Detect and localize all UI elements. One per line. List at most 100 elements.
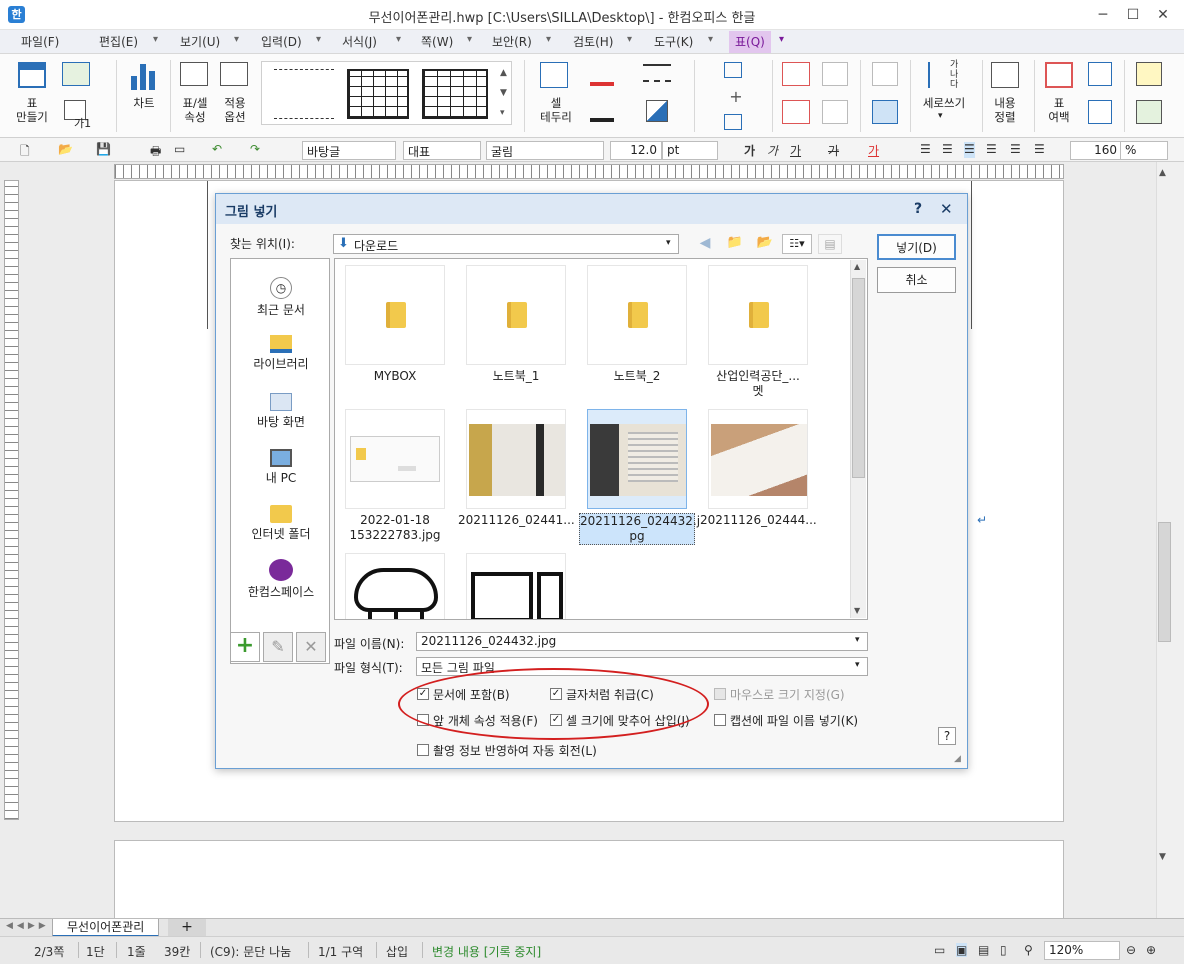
place-desktop[interactable]: 바탕 화면 <box>231 393 331 430</box>
merge-cell-icon[interactable] <box>822 62 848 86</box>
chevron-down-icon[interactable]: ▾ <box>546 34 551 45</box>
table-props-icon[interactable] <box>180 62 208 86</box>
lang-select[interactable]: 대표 <box>403 141 481 160</box>
table-margin-button[interactable]: 표 여백 <box>1038 96 1080 124</box>
font-unit-select[interactable]: pt <box>662 141 718 160</box>
table-make-icon[interactable] <box>18 62 46 88</box>
place-mypc[interactable]: 내 PC <box>231 449 331 486</box>
new-doc-icon[interactable]: 🗋 <box>20 142 30 158</box>
file-item[interactable]: 노트북_1 <box>456 265 576 405</box>
chevron-down-icon[interactable]: ▾ <box>627 34 632 45</box>
gallery-up-icon[interactable]: ▲ <box>500 68 507 78</box>
menu-table[interactable]: 표(Q) <box>729 31 771 53</box>
table-style-gallery[interactable]: ▲ ▼ ▾ <box>261 61 512 125</box>
auto-rotate-checkbox[interactable] <box>417 744 429 756</box>
cell-shade-icon[interactable] <box>646 100 668 122</box>
align-right-icon[interactable]: ☰ <box>986 142 997 158</box>
menu-file[interactable]: 파일(F) <box>21 33 59 51</box>
calc-icon[interactable] <box>1136 100 1162 124</box>
zoom-unit-select[interactable]: % <box>1120 141 1168 160</box>
new-folder-icon[interactable]: 📂 <box>754 235 776 253</box>
zoom-in-icon[interactable]: ⊕ <box>1146 943 1156 957</box>
chart-icon[interactable] <box>131 64 157 90</box>
align-center-icon[interactable]: ☰ <box>964 142 975 158</box>
delete-row-icon[interactable] <box>782 62 810 86</box>
file-item[interactable]: 산업인력공단_... 멧 <box>698 265 818 405</box>
table-style-item[interactable] <box>422 69 488 119</box>
help-small-button[interactable]: ? <box>938 727 956 745</box>
view-outline-icon[interactable]: ▤ <box>978 943 989 957</box>
view-menu-icon[interactable]: ☷▾ <box>782 234 812 254</box>
menu-page[interactable]: 쪽(W) <box>421 33 453 51</box>
insert-up-icon[interactable] <box>724 62 742 78</box>
italic-button[interactable]: 가 <box>767 142 778 158</box>
delete-place-button[interactable]: ✕ <box>296 632 326 662</box>
table-margin-icon[interactable] <box>1045 62 1073 88</box>
cell-border-button[interactable]: 셀 테두리 <box>530 96 582 124</box>
chevron-down-icon[interactable]: ▾ <box>153 34 158 45</box>
table-make-button[interactable]: 표 만들기 <box>6 96 58 124</box>
look-in-select[interactable]: ⬇ 다운로드 ▾ <box>333 234 679 254</box>
maximize-button[interactable]: ☐ <box>1118 4 1148 26</box>
vertical-scrollbar[interactable]: ▲ ▼ <box>1156 162 1172 920</box>
status-track-changes[interactable]: 변경 내용 [기록 중지] <box>432 943 541 960</box>
menu-tools[interactable]: 도구(K) <box>654 33 693 51</box>
font-size-input[interactable]: 12.0 <box>610 141 662 160</box>
place-hancom-space[interactable]: 한컴스페이스 <box>231 559 331 600</box>
redo-icon[interactable]: ↷ <box>250 142 260 158</box>
dialog-help-button[interactable]: ? <box>914 201 922 217</box>
caption-name-label[interactable]: 캡션에 파일 이름 넣기(K) <box>730 712 858 729</box>
zoom-out-icon[interactable]: ⊖ <box>1126 943 1136 957</box>
table-style-icon[interactable] <box>62 62 90 86</box>
quick-calc-icon[interactable] <box>1136 62 1162 86</box>
menu-review[interactable]: 검토(H) <box>573 33 613 51</box>
status-page[interactable]: 2/3쪽 <box>34 943 64 960</box>
filename-input[interactable]: 20211126_024432.jpg ▾ <box>416 632 868 651</box>
vertical-write-icon[interactable] <box>928 62 950 88</box>
file-item[interactable]: 20211126_02444... <box>698 409 818 549</box>
chevron-down-icon[interactable]: ▾ <box>316 34 321 45</box>
back-icon[interactable]: ◀ <box>694 235 716 253</box>
table-style-item[interactable] <box>274 69 334 119</box>
up-folder-icon[interactable]: 📁 <box>724 235 746 253</box>
close-window-button[interactable]: ✕ <box>1148 4 1178 26</box>
zoom-icon[interactable]: ⚲ <box>1024 943 1033 957</box>
scroll-thumb[interactable] <box>1158 522 1171 642</box>
open-folder-icon[interactable]: 📂 <box>58 142 73 158</box>
fill-icon[interactable] <box>590 100 614 122</box>
align-left-icon[interactable]: ☰ <box>942 142 953 158</box>
preview-icon[interactable]: ▭ <box>174 142 185 158</box>
menu-format[interactable]: 서식(J) <box>342 33 377 51</box>
align-justify-icon[interactable]: ☰ <box>920 142 931 158</box>
file-item-selected[interactable]: 20211126_024432.j pg <box>577 409 700 549</box>
delete-col-icon[interactable] <box>782 100 810 124</box>
scroll-thumb[interactable] <box>852 278 865 478</box>
caption-name-checkbox[interactable] <box>714 714 726 726</box>
horizontal-ruler[interactable] <box>114 164 1064 179</box>
cell-grid-icon[interactable] <box>872 62 898 86</box>
file-item[interactable]: MYBOX <box>335 265 455 405</box>
font-select[interactable]: 굴림 <box>486 141 604 160</box>
table-style-item[interactable] <box>347 69 409 119</box>
menu-insert[interactable]: 입력(D) <box>261 33 302 51</box>
dialog-close-button[interactable]: ✕ <box>940 200 953 218</box>
line-style-icon[interactable] <box>643 64 671 82</box>
apply-options-button[interactable]: 적용 옵션 <box>214 96 256 124</box>
auto-rotate-label[interactable]: 촬영 정보 반영하여 자동 회전(L) <box>433 742 597 759</box>
split-cell-icon[interactable] <box>822 100 848 124</box>
vertical-write-button[interactable]: 세로쓰기 <box>914 96 974 110</box>
chevron-down-icon[interactable]: ▾ <box>234 34 239 45</box>
apply-options-icon[interactable] <box>220 62 248 86</box>
dialog-titlebar[interactable]: 그림 넣기 ? ✕ <box>216 194 967 224</box>
place-recent[interactable]: ◷ 최근 문서 <box>231 277 331 318</box>
status-insert-mode[interactable]: 삽입 <box>386 943 408 960</box>
content-align-button[interactable]: 내용 정렬 <box>984 96 1026 124</box>
brush-icon[interactable] <box>590 64 614 86</box>
add-place-button[interactable]: + <box>230 632 260 662</box>
gallery-down-icon[interactable]: ▼ <box>500 88 507 98</box>
file-item[interactable]: 2022-01-18 153222783.jpg <box>335 409 455 549</box>
print-icon[interactable]: 🖶 <box>150 142 161 158</box>
file-item[interactable]: 노트북_2 <box>577 265 697 405</box>
insert-button[interactable]: 넣기(D) <box>877 234 956 260</box>
cell-border-icon[interactable] <box>540 62 568 88</box>
